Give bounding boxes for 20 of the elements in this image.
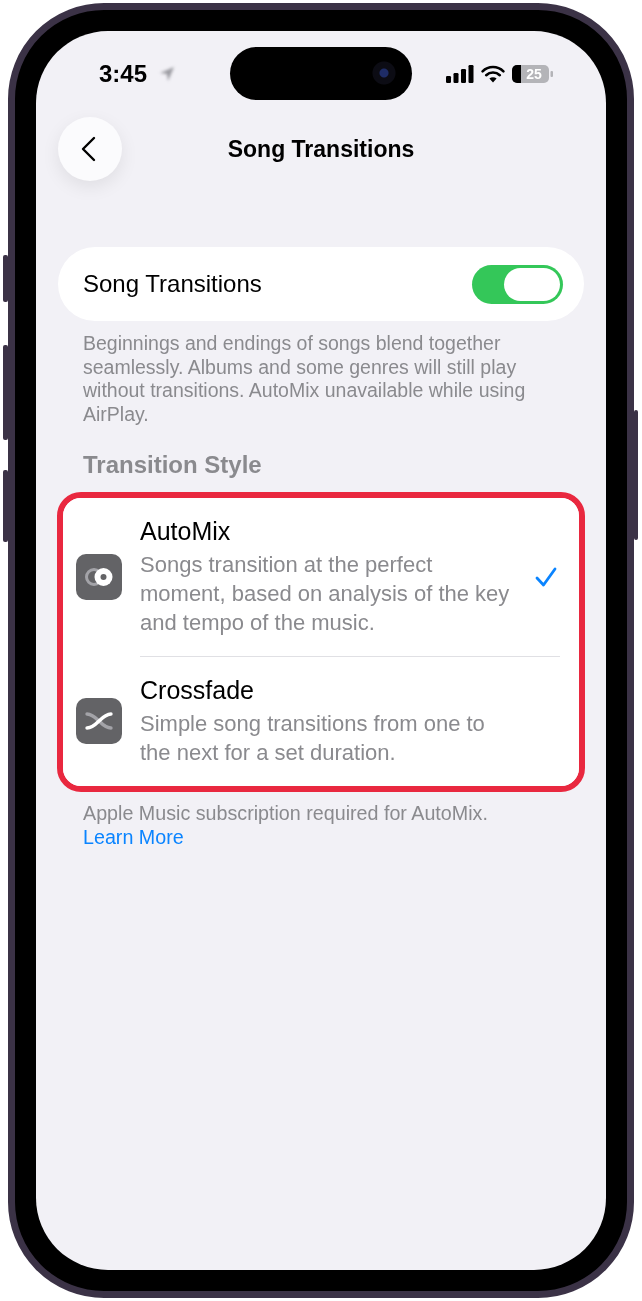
status-time: 3:45 xyxy=(99,59,148,88)
section-header: Transition Style xyxy=(83,451,262,479)
overlapping-circles-icon xyxy=(76,553,122,600)
signal-icon xyxy=(446,64,474,83)
footer-text: Beginnings and endings of songs blend together seamlessly. Albums and some genres will still play without transitions. AutoMix unavailable while using AirPlay. xyxy=(83,332,527,426)
battery-indicator: 25 xyxy=(512,64,553,83)
wifi-icon xyxy=(481,64,505,83)
page-title: Song Transitions xyxy=(227,135,415,163)
footnote-text: Apple Music subscription required for AutoMix. xyxy=(83,802,488,826)
chevron-left-icon xyxy=(80,136,96,162)
toggle-switch[interactable] xyxy=(472,264,563,304)
option-description: Simple song transitions from one to the next for a set duration. xyxy=(140,710,486,767)
transition-option[interactable]: Crossfade Simple song transitions from one to the next for a set duration. xyxy=(63,657,579,786)
option-title: AutoMix xyxy=(140,516,231,546)
crossing-curves-icon xyxy=(76,698,122,744)
transition-option[interactable]: AutoMix Songs transition at the perfect moment, based on analysis of the key and tempo of the music. xyxy=(63,498,579,656)
option-title: Crossfade xyxy=(140,675,254,705)
option-description: Songs transition at the perfect moment, based on analysis of the key and tempo of the music. xyxy=(140,551,511,637)
toggle-label: Song Transitions xyxy=(83,270,262,298)
location-arrow-icon xyxy=(159,65,176,82)
